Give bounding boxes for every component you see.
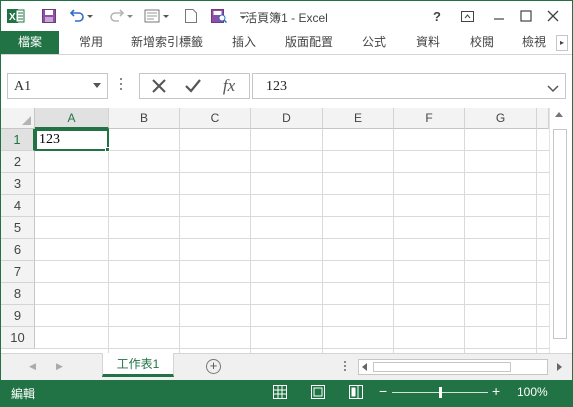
- name-box-value: A1: [14, 79, 32, 94]
- page-layout-view-icon[interactable]: [311, 385, 325, 399]
- tab-split-handle[interactable]: [344, 361, 346, 373]
- grid-line: [393, 129, 394, 353]
- minimize-icon[interactable]: [486, 5, 512, 27]
- row-header-4[interactable]: 4: [1, 195, 35, 217]
- name-box-dropdown-icon[interactable]: [93, 83, 101, 88]
- tab-custom[interactable]: 新增索引標籤: [125, 31, 209, 54]
- tab-review[interactable]: 校閱: [463, 31, 501, 54]
- help-label: ?: [433, 8, 441, 24]
- close-icon[interactable]: [540, 5, 566, 27]
- fx-label: fx: [222, 76, 236, 95]
- zoom-slider-thumb[interactable]: [439, 387, 442, 398]
- sheet-tab-bar: ◀ ▶ 工作表1 +: [1, 353, 572, 380]
- grid-line: [35, 216, 549, 217]
- cancel-icon[interactable]: [146, 76, 172, 96]
- ribbon-scroll-right-icon[interactable]: ▸: [556, 35, 568, 51]
- column-header-b[interactable]: B: [109, 108, 180, 129]
- zoom-level[interactable]: 100%: [517, 385, 548, 399]
- column-header-d[interactable]: D: [251, 108, 323, 129]
- tab-file[interactable]: 檔案: [1, 31, 59, 54]
- formula-bar-area: A1 fx 123: [1, 56, 572, 108]
- sheet-next-icon[interactable]: ▶: [56, 361, 63, 372]
- scroll-right-icon[interactable]: [557, 363, 562, 371]
- grid-line: [35, 150, 549, 151]
- horizontal-scrollbar[interactable]: [358, 359, 548, 375]
- tab-formulas[interactable]: 公式: [355, 31, 393, 54]
- sheet-prev-icon[interactable]: ◀: [29, 361, 36, 372]
- name-box[interactable]: A1: [7, 73, 108, 99]
- formula-bar-buttons: fx: [139, 73, 250, 99]
- restore-icon[interactable]: [513, 5, 539, 27]
- expand-formula-bar-icon[interactable]: [547, 82, 559, 96]
- row-header-9[interactable]: 9: [1, 305, 35, 327]
- worksheet-grid: A B C D E F G 1 2 3 4 5 6 7 8 9 10 123: [1, 108, 572, 353]
- row-header-2[interactable]: 2: [1, 151, 35, 173]
- row-header-1[interactable]: 1: [1, 129, 35, 151]
- grid-line: [322, 129, 323, 353]
- row-header-7[interactable]: 7: [1, 261, 35, 283]
- column-header-a[interactable]: A: [35, 108, 109, 129]
- cell-a1[interactable]: 123: [35, 129, 109, 151]
- tab-view[interactable]: 檢視: [515, 31, 553, 54]
- grid-line: [108, 129, 109, 353]
- column-header-h[interactable]: [537, 108, 549, 129]
- zoom-in-icon[interactable]: +: [492, 383, 500, 399]
- row-header-5[interactable]: 5: [1, 217, 35, 239]
- scroll-left-icon[interactable]: [362, 363, 367, 371]
- page-break-preview-icon[interactable]: [349, 385, 363, 399]
- row-header-8[interactable]: 8: [1, 283, 35, 305]
- grid-line: [35, 172, 549, 173]
- row-header-10[interactable]: 10: [1, 327, 35, 349]
- formula-input-value: 123: [266, 79, 287, 94]
- insert-function-icon[interactable]: fx: [216, 76, 242, 96]
- scroll-up-icon[interactable]: [555, 112, 563, 117]
- select-all-button[interactable]: [1, 108, 35, 129]
- help-icon[interactable]: ?: [424, 5, 450, 27]
- grid-line: [536, 129, 537, 353]
- row-header-6[interactable]: 6: [1, 239, 35, 261]
- vertical-scrollbar[interactable]: [549, 108, 572, 353]
- row-header-3[interactable]: 3: [1, 173, 35, 195]
- title-bar: X 活頁簿1 - Excel ?: [1, 1, 572, 31]
- status-bar: 編輯 − + 100%: [1, 380, 572, 406]
- tab-home[interactable]: 常用: [73, 31, 109, 54]
- grid-line: [35, 326, 549, 327]
- vertical-scroll-thumb[interactable]: [553, 129, 567, 339]
- formula-bar-splitter[interactable]: [120, 78, 122, 94]
- tab-insert[interactable]: 插入: [225, 31, 263, 54]
- grid-line: [35, 282, 549, 283]
- horizontal-scroll-thumb[interactable]: [373, 362, 511, 372]
- ribbon-tab-bar: 檔案 常用 新增索引標籤 插入 版面配置 公式 資料 校閱 檢視 ▸: [1, 31, 572, 55]
- fill-handle[interactable]: [105, 147, 110, 152]
- tab-page-layout[interactable]: 版面配置: [279, 31, 339, 54]
- column-header-f[interactable]: F: [394, 108, 465, 129]
- add-sheet-icon[interactable]: +: [206, 359, 221, 374]
- excel-window: X 活頁簿1 - Excel ? 檔案 常用 新增索引標籤 插入 版面配置 公式…: [0, 0, 573, 407]
- tab-data[interactable]: 資料: [409, 31, 447, 54]
- formula-input[interactable]: 123: [252, 73, 566, 99]
- enter-check-icon[interactable]: [180, 76, 206, 96]
- grid-line: [464, 129, 465, 353]
- column-header-c[interactable]: C: [180, 108, 251, 129]
- sheet-tab-1[interactable]: 工作表1: [102, 353, 174, 377]
- grid-line: [35, 194, 549, 195]
- ribbon-display-options-icon[interactable]: [454, 5, 480, 27]
- column-header-e[interactable]: E: [323, 108, 394, 129]
- grid-line: [35, 304, 549, 305]
- zoom-out-icon[interactable]: −: [379, 383, 387, 399]
- column-header-g[interactable]: G: [465, 108, 537, 129]
- grid-line: [35, 260, 549, 261]
- grid-line: [35, 348, 549, 349]
- grid-line: [35, 238, 549, 239]
- status-mode: 編輯: [11, 387, 36, 401]
- normal-view-icon[interactable]: [273, 385, 287, 399]
- grid-line: [250, 129, 251, 353]
- grid-line: [179, 129, 180, 353]
